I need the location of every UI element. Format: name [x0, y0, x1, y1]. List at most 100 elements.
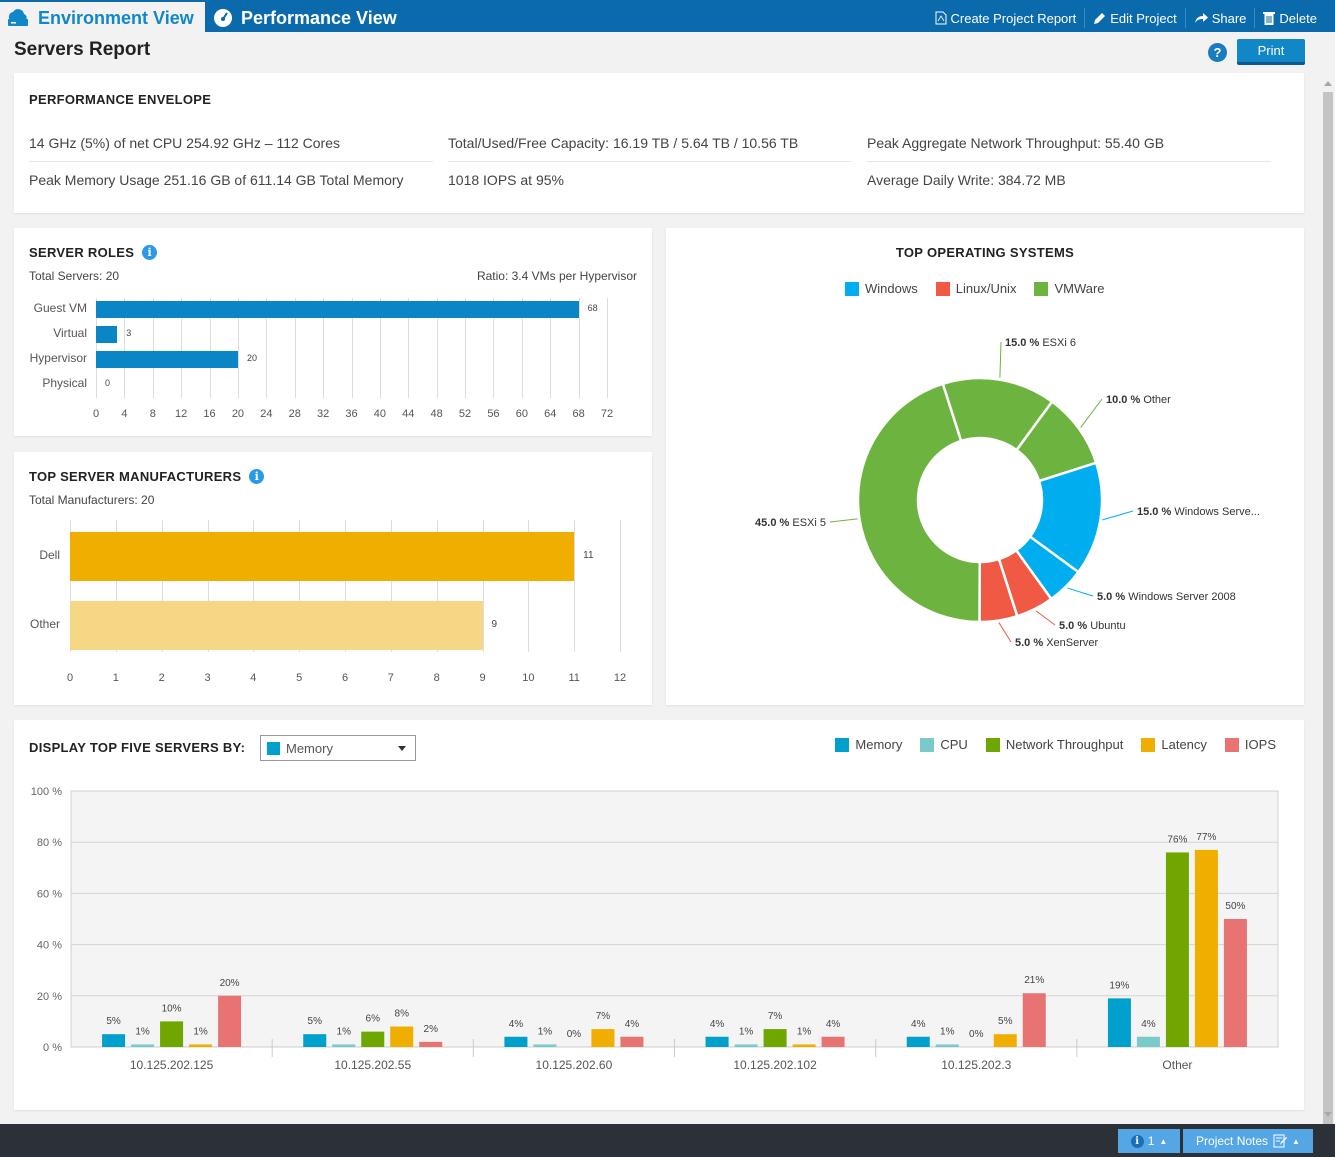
bar — [734, 1044, 758, 1047]
bar — [906, 1036, 930, 1047]
value-label: 10% — [162, 1003, 182, 1014]
x-tick-label: 36 — [345, 408, 358, 420]
x-tick-label: 7 — [387, 672, 394, 684]
delete-button[interactable]: Delete — [1254, 8, 1325, 28]
bar — [218, 995, 242, 1047]
bar — [504, 1036, 528, 1047]
y-tick-label: 60 % — [37, 888, 62, 900]
bar — [792, 1044, 816, 1047]
value-label: 2% — [424, 1024, 439, 1035]
envelope-memory: Peak Memory Usage 251.16 GB of 611.14 GB… — [29, 172, 404, 188]
y-tick-label: 80 % — [37, 837, 62, 849]
info-notifications-button[interactable]: i 1 ▲ — [1118, 1129, 1180, 1153]
value-label: 1% — [797, 1026, 812, 1037]
help-icon[interactable]: ? — [1208, 43, 1227, 62]
bar — [993, 1034, 1017, 1047]
server-manufacturers-card: TOP SERVER MANUFACTURERS i Total Manufact… — [14, 452, 652, 705]
value-label: 8% — [395, 1009, 410, 1020]
x-tick-label: 2 — [158, 672, 165, 684]
y-tick-label: 0 % — [43, 1042, 62, 1054]
bar — [332, 1044, 356, 1047]
bar — [591, 1029, 615, 1047]
caret-up-icon: ▲ — [1292, 1136, 1300, 1146]
x-tick-label: 64 — [544, 408, 557, 420]
value-label: 7% — [768, 1011, 783, 1022]
value-label: 76% — [1167, 834, 1187, 845]
footer-bar: i 1 ▲ Project Notes ▲ — [0, 1124, 1335, 1157]
value-label: 4% — [710, 1019, 725, 1030]
x-tick-label: 1 — [112, 672, 119, 684]
category-label: Dell — [39, 548, 60, 562]
grid-line — [607, 298, 608, 398]
divider — [448, 161, 852, 162]
value-label: 1% — [337, 1026, 352, 1037]
pdf-icon — [935, 11, 946, 25]
x-tick-label: 16 — [203, 408, 216, 420]
scrollbar-thumb[interactable] — [1323, 92, 1333, 1137]
edit-project-button[interactable]: Edit Project — [1084, 8, 1184, 28]
leader-line — [1102, 510, 1134, 521]
project-actions: Create Project Report Edit Project Share… — [927, 2, 1326, 34]
x-category-label: 10.125.202.55 — [334, 1058, 411, 1072]
value-label: 4% — [911, 1019, 926, 1030]
leader-line — [999, 341, 1002, 378]
bar — [620, 1036, 644, 1047]
info-icon: i — [1130, 1134, 1144, 1148]
x-category-label: 10.125.202.3 — [941, 1058, 1011, 1072]
tab-environment-view[interactable]: Environment View — [0, 2, 205, 34]
bar — [1165, 852, 1189, 1047]
value-label: 4% — [625, 1019, 640, 1030]
bar — [70, 531, 575, 581]
envelope-network: Peak Aggregate Network Throughput: 55.40… — [867, 135, 1165, 151]
bar — [303, 1034, 327, 1047]
x-tick-label: 9 — [479, 672, 486, 684]
x-tick-label: 0 — [66, 672, 74, 684]
vertical-scrollbar[interactable] — [1320, 32, 1335, 1137]
card-title: PERFORMANCE ENVELOPE — [29, 92, 212, 107]
bar — [96, 325, 118, 343]
page-title: Servers Report — [14, 39, 151, 60]
x-tick-label: 56 — [487, 408, 500, 420]
slice-label: 10.0 % Other — [1106, 394, 1171, 406]
cloud-server-icon — [8, 9, 28, 26]
project-notes-button[interactable]: Project Notes ▲ — [1183, 1129, 1313, 1153]
envelope-daily-write: Average Daily Write: 384.72 MB — [867, 172, 1066, 188]
divider — [29, 161, 433, 162]
x-category-label: Other — [1162, 1058, 1192, 1072]
x-tick-label: 44 — [402, 408, 415, 420]
y-tick-label: 40 % — [37, 940, 62, 952]
x-tick-label: 6 — [341, 672, 349, 684]
create-project-report-button[interactable]: Create Project Report — [927, 8, 1085, 28]
value-label: 4% — [826, 1019, 841, 1030]
metric-select-value: Memory — [286, 740, 333, 756]
bar — [705, 1036, 729, 1047]
server-roles-card: SERVER ROLES i Total Servers: 20 Ratio: 3… — [14, 228, 652, 436]
leader-line — [1080, 398, 1103, 428]
value-label: 50% — [1225, 901, 1245, 912]
tab-performance-view[interactable]: Performance View — [205, 2, 405, 34]
envelope-cpu: 14 GHz (5%) of net CPU 254.92 GHz – 112 … — [29, 135, 340, 151]
category-label: Physical — [42, 376, 87, 390]
value-label: 11 — [583, 550, 594, 561]
value-label: 3 — [126, 328, 132, 338]
x-tick-label: 12 — [175, 408, 188, 420]
server-manufacturers-chart: 0 1 2 3 4 5 6 7 8 9 10 11 12 Dell 11 Other 9 — [14, 452, 652, 705]
metric-select[interactable]: Memory — [260, 735, 416, 761]
category-label: Other — [29, 617, 60, 631]
x-tick-label: 10 — [522, 672, 535, 684]
x-category-label: 10.125.202.125 — [130, 1058, 214, 1072]
scroll-down-icon[interactable] — [1324, 1112, 1332, 1117]
y-tick-label: 100 % — [31, 786, 62, 798]
x-tick-label: 8 — [433, 672, 440, 684]
value-label: 1% — [940, 1026, 955, 1037]
bar — [1194, 849, 1218, 1047]
slice-label: 5.0 % Windows Server 2008 — [1097, 591, 1236, 603]
bar — [160, 1021, 184, 1047]
pencil-icon — [1094, 12, 1106, 24]
print-button[interactable]: Print — [1237, 39, 1305, 65]
x-tick-label: 24 — [260, 408, 273, 420]
share-button[interactable]: Share — [1184, 8, 1255, 28]
value-label: 0% — [969, 1029, 984, 1040]
scroll-up-icon[interactable] — [1324, 81, 1332, 86]
envelope-capacity: Total/Used/Free Capacity: 16.19 TB / 5.6… — [448, 135, 799, 151]
